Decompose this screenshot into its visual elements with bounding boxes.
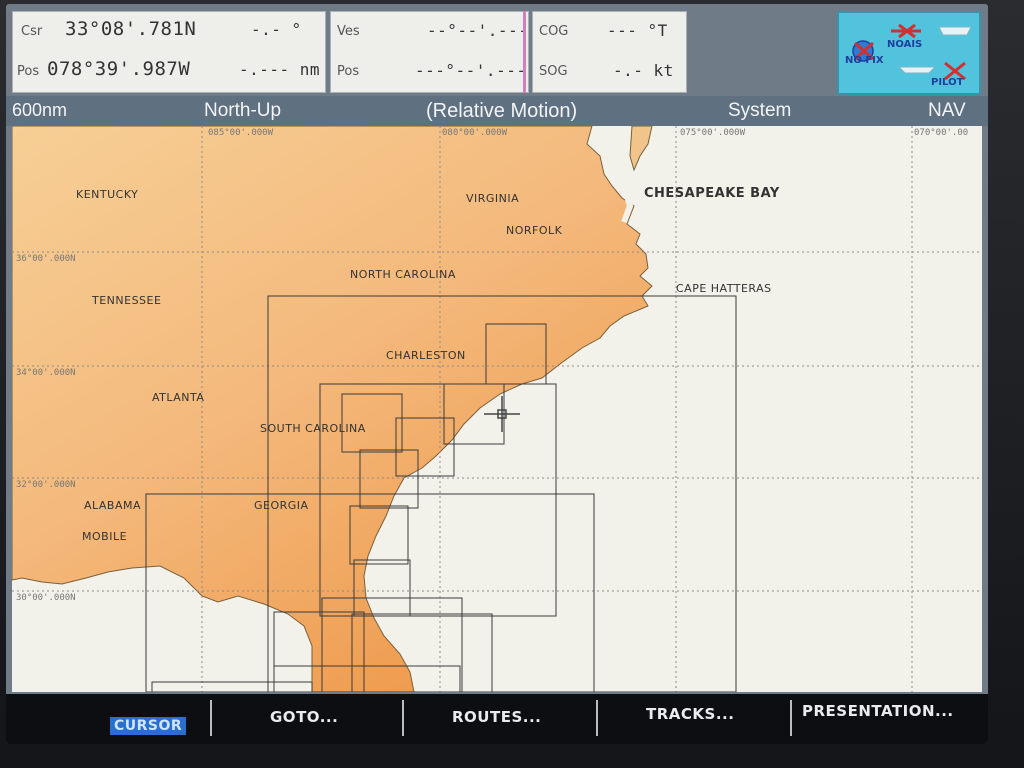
cursor-position-panel: Csr 33°08'.781N -.- ° Pos 078°39'.987W -… [12,11,326,93]
presentation-softkey[interactable]: PRESENTATION... [802,702,954,720]
label-alabama: ALABAMA [84,499,142,512]
pilot-label: PILOT [931,77,964,88]
no-fix-label: NO FIX [845,55,884,66]
ves-pos-value: ---°--'.--- [415,61,527,80]
csr-label: Csr [21,24,43,39]
label-north-carolina: NORTH CAROLINA [350,268,456,281]
chart-canvas [12,126,982,692]
panel-pink-marker [523,11,526,93]
softkey-bar: CURSOR GOTO... ROUTES... TRACKS... PRESE… [6,694,988,744]
grid-lon-75: 075°00'.000W [680,128,746,138]
label-virginia: VIRGINIA [466,192,520,205]
softkey-divider [402,700,404,736]
cursor-softkey[interactable]: CURSOR [110,717,187,735]
chesapeake-eastern-shore [629,126,653,172]
grid-lon-70: 070°00'.00 [914,128,969,138]
ves-pos-label: Pos [337,64,360,79]
nautical-chart[interactable]: KENTUCKY VIRGINIA CHESAPEAKE BAY NORFOLK… [12,126,982,692]
label-south-carolina: SOUTH CAROLINA [260,422,366,435]
ves-label: Ves [337,24,360,39]
cog-value: --- °T [607,21,668,40]
grid-lat-36: 36°00'.000N [16,254,76,264]
chartplotter-screen: Csr 33°08'.781N -.- ° Pos 078°39'.987W -… [6,4,988,744]
label-georgia: GEORGIA [254,499,309,512]
label-cape-hatteras: CAPE HATTERAS [676,282,772,295]
label-mobile: MOBILE [82,530,128,543]
softkey-divider [210,700,212,736]
goto-softkey[interactable]: GOTO... [270,708,338,726]
pos-range: -.--- nm [239,60,321,79]
label-chesapeake-bay: CHESAPEAKE BAY [644,186,780,201]
vessel-position-panel: Ves --°--'.--- Pos ---°--'.--- [330,11,529,93]
pos-longitude: 078°39'.987W [47,58,191,80]
grid-lat-30: 30°00'.000N [16,593,76,603]
softkey-divider [596,700,598,736]
no-ais-label: NOAIS [887,39,923,50]
ves-value: --°--'.--- [427,21,529,40]
grid-lat-34: 34°00'.000N [16,368,76,378]
pos-label: Pos [17,64,40,79]
orientation-label[interactable]: North-Up [204,100,281,122]
csr-bearing: -.- ° [251,20,302,39]
label-charleston: CHARLESTON [386,349,466,362]
system-label[interactable]: System [728,100,791,122]
routes-softkey[interactable]: ROUTES... [452,708,541,726]
grid-lon-85: 085°00'.000W [208,128,274,138]
chart-status-bar: 600nm North-Up (Relative Motion) System … [6,96,988,126]
gps-status-box[interactable]: NO FIX NOAIS PILOT [837,11,981,95]
nav-mode-label[interactable]: NAV [928,100,966,122]
range-label[interactable]: 600nm [12,100,67,121]
softkey-divider [790,700,792,736]
label-tennessee: TENNESSEE [92,294,162,307]
sog-value: -.- kt [613,61,674,80]
label-kentucky: KENTUCKY [76,188,139,201]
label-norfolk: NORFOLK [506,224,563,237]
grid-lat-32: 32°00'.000N [16,480,76,490]
cog-sog-panel: COG --- °T SOG -.- kt [532,11,687,93]
grid-lon-80: 080°00'.000W [442,128,508,138]
sog-label: SOG [539,64,568,79]
cog-label: COG [539,24,569,39]
label-atlanta: ATLANTA [152,391,205,404]
csr-latitude: 33°08'.781N [65,18,197,40]
motion-mode-label[interactable]: (Relative Motion) [426,100,577,123]
tracks-softkey[interactable]: TRACKS... [646,705,734,723]
